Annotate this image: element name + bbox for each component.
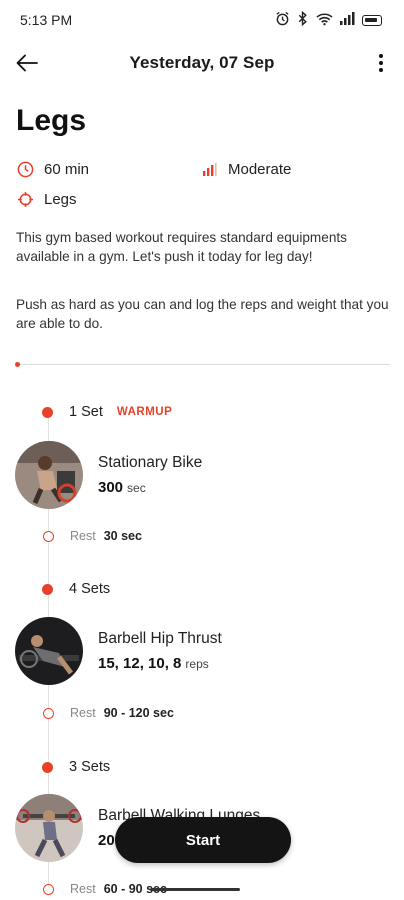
exercise-info: Stationary Bike 300 sec	[98, 454, 202, 496]
signal-icon	[340, 12, 355, 28]
more-vertical-icon	[379, 54, 383, 72]
set-header: 1 Set WARMUP	[42, 404, 172, 420]
back-arrow-icon	[16, 54, 38, 72]
more-options-button[interactable]	[366, 49, 396, 77]
exercise-name: Barbell Hip Thrust	[98, 630, 222, 647]
exercise-metric-unit: sec	[127, 481, 146, 495]
status-bar: 5:13 PM	[0, 0, 404, 40]
alarm-icon	[275, 11, 290, 29]
exercise-item[interactable]: Stationary Bike 300 sec	[15, 441, 202, 509]
set-header: 3 Sets	[42, 759, 110, 775]
exercise-metric-value: 20	[98, 832, 115, 849]
exercise-thumbnail	[15, 617, 83, 685]
rest-label: Rest	[70, 882, 96, 896]
rest-row: Rest 30 sec	[43, 529, 142, 543]
exercise-metric-value: 15, 12, 10, 8	[98, 655, 182, 672]
progress-indicator	[15, 362, 20, 367]
intensity-value: Moderate	[228, 160, 292, 178]
set-count: 4 Sets	[69, 581, 111, 597]
exercise-info: Barbell Hip Thrust 15, 12, 10, 8 reps	[98, 630, 222, 672]
exercise-name: Stationary Bike	[98, 454, 203, 471]
header-title: Yesterday, 07 Sep	[129, 53, 275, 72]
exercise-metric: 300 sec	[98, 479, 202, 496]
set-header: 4 Sets	[42, 581, 110, 597]
clock-icon	[16, 160, 34, 178]
status-time: 5:13 PM	[20, 12, 73, 28]
set-count: 3 Sets	[69, 759, 111, 775]
intensity-info: Moderate	[200, 160, 291, 178]
set-dot-icon	[42, 583, 53, 595]
intensity-bars-icon	[200, 160, 218, 178]
rest-label: Rest	[70, 706, 96, 720]
rest-label: Rest	[70, 529, 96, 543]
header: Yesterday, 07 Sep	[0, 45, 404, 81]
muscle-group-value: Legs	[44, 190, 77, 208]
set-dot-icon	[42, 761, 53, 773]
description-paragraph-1: This gym based workout requires standard…	[16, 230, 347, 264]
page-title: Legs	[16, 104, 87, 137]
set-dot-icon	[42, 406, 53, 418]
exercise-metric-unit: reps	[185, 657, 209, 671]
battery-icon	[362, 14, 382, 26]
rest-value: 30 sec	[103, 529, 142, 543]
status-icons	[275, 10, 382, 29]
warmup-badge: WARMUP	[116, 406, 173, 418]
progress-divider	[16, 364, 390, 365]
exercise-thumbnail	[15, 441, 83, 509]
duration-value: 60 min	[44, 160, 90, 178]
set-count: 1 Set	[69, 404, 103, 420]
wifi-icon	[316, 12, 333, 29]
start-button[interactable]: Start	[115, 817, 291, 863]
rest-circle-icon	[43, 883, 54, 895]
exercise-item[interactable]: Barbell Hip Thrust 15, 12, 10, 8 reps	[15, 617, 222, 685]
exercise-metric-value: 300	[98, 479, 124, 496]
target-icon	[16, 190, 34, 208]
bluetooth-icon	[297, 10, 309, 29]
muscle-group-info: Legs	[16, 190, 77, 208]
rest-circle-icon	[43, 707, 54, 719]
rest-value: 90 - 120 sec	[103, 706, 174, 720]
rest-circle-icon	[43, 530, 54, 542]
rest-row: Rest 90 - 120 sec	[43, 706, 174, 720]
exercise-metric: 15, 12, 10, 8 reps	[98, 655, 222, 672]
back-button[interactable]	[12, 49, 42, 77]
exercise-thumbnail	[15, 794, 83, 862]
duration-info: 60 min	[16, 160, 89, 178]
description-paragraph-2: Push as hard as you can and log the reps…	[16, 297, 389, 331]
home-indicator	[150, 888, 240, 891]
rest-row: Rest 60 - 90 sec	[43, 882, 167, 896]
